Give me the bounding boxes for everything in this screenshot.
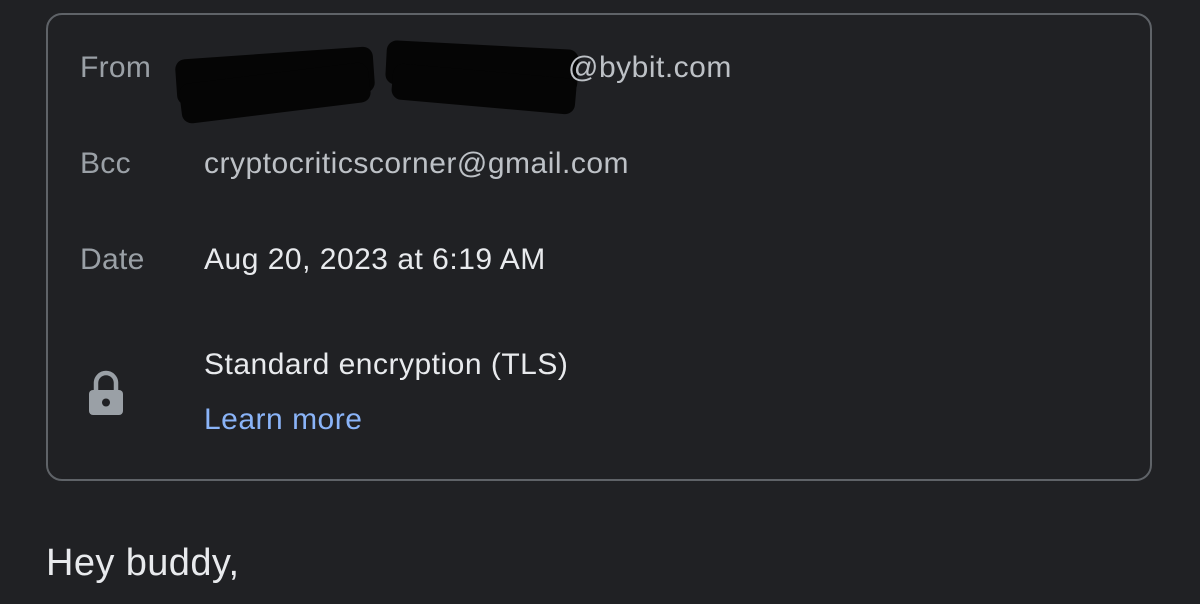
date-label: Date	[80, 243, 145, 276]
date-value: Aug 20, 2023 at 6:19 AM	[204, 243, 546, 276]
encryption-text: Standard encryption (TLS)	[204, 348, 569, 381]
email-greeting: Hey buddy,	[46, 542, 240, 584]
bcc-label: Bcc	[80, 147, 131, 180]
lock-icon	[86, 370, 126, 416]
from-value[interactable]: @bybit.com	[568, 51, 732, 85]
from-label: From	[80, 51, 152, 84]
bcc-value[interactable]: cryptocriticscorner@gmail.com	[204, 147, 629, 181]
learn-more-link[interactable]: Learn more	[204, 403, 362, 437]
message-details-card: From @bybit.com Bcc cryptocriticscorner@…	[46, 13, 1152, 481]
